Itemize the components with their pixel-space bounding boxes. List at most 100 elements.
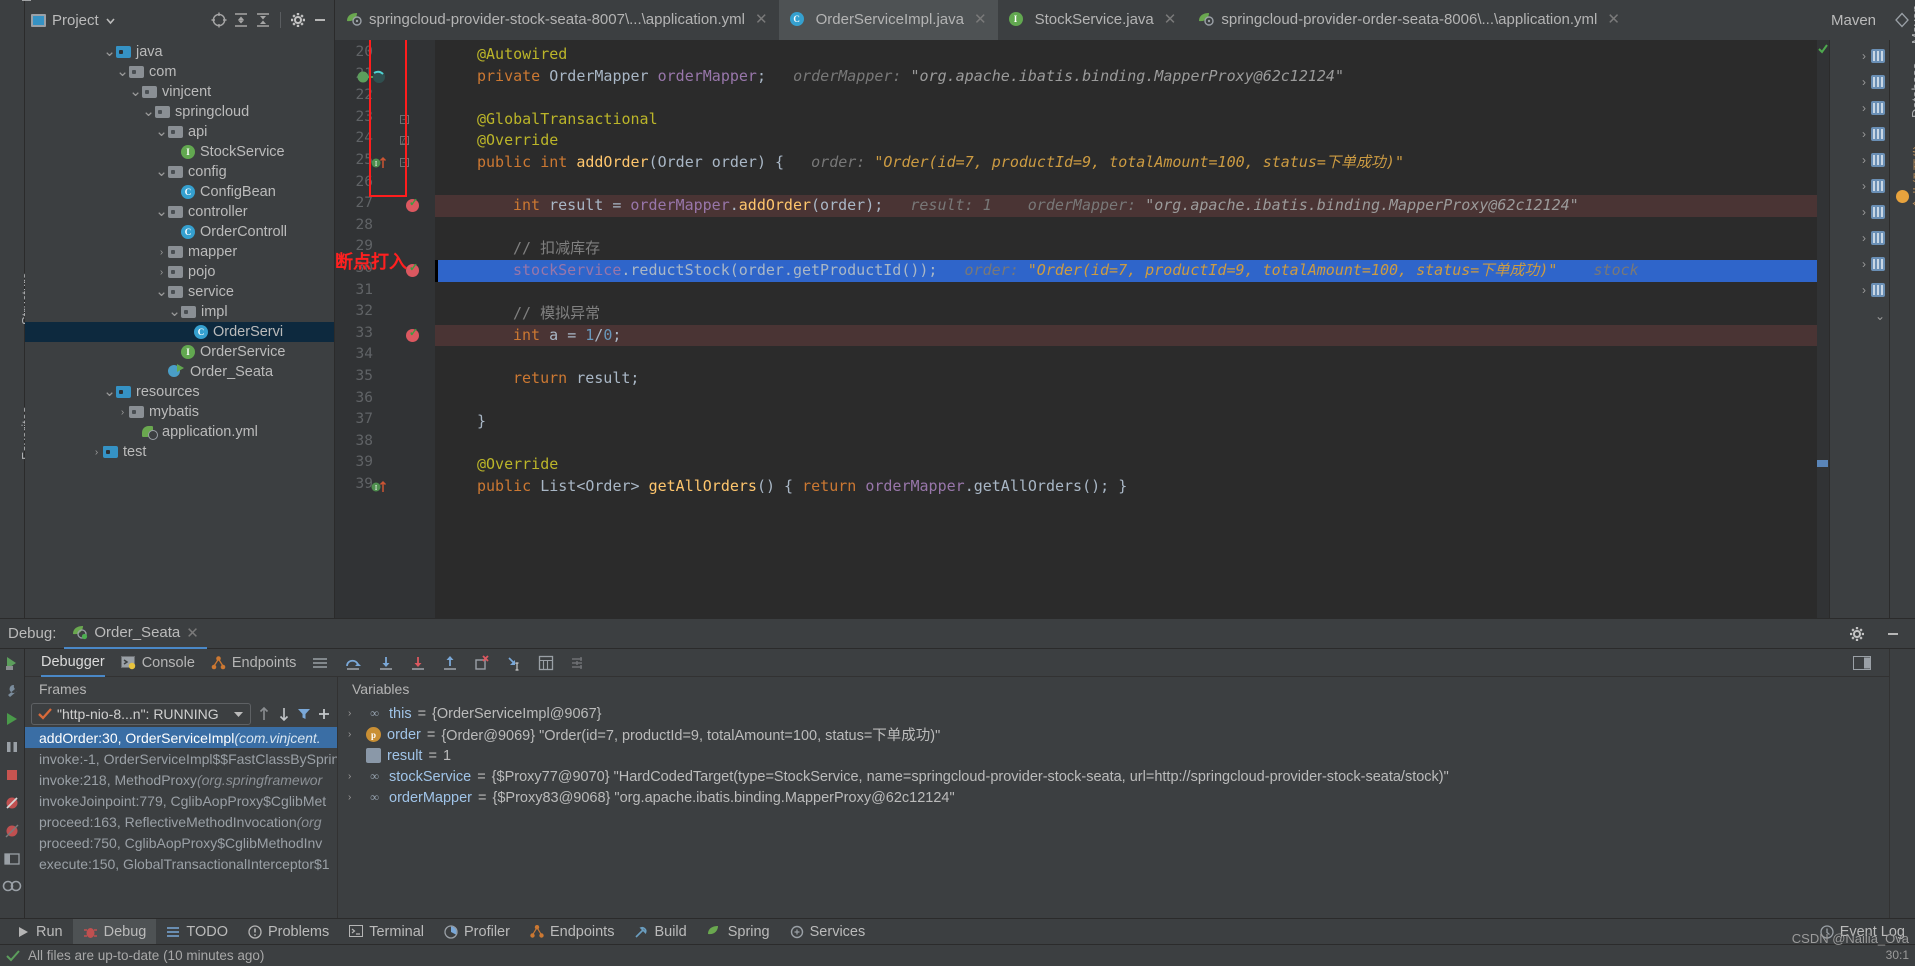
tree-item-configbean[interactable]: C ConfigBean bbox=[25, 182, 334, 202]
code-line-22[interactable] bbox=[435, 87, 1817, 109]
thread-selector[interactable]: "http-nio-8...n": RUNNING bbox=[31, 703, 251, 725]
close-icon[interactable]: ✕ bbox=[1607, 10, 1620, 28]
chevron-right-icon[interactable]: › bbox=[155, 247, 168, 258]
code-line-36[interactable] bbox=[435, 390, 1817, 412]
run-to-cursor-icon[interactable] bbox=[506, 649, 522, 677]
tree-item-java[interactable]: ⌄ java bbox=[25, 42, 334, 62]
chevron-down-icon[interactable]: ⌄ bbox=[116, 64, 129, 79]
tool-window-profiler[interactable]: Profiler bbox=[434, 919, 520, 945]
code-line-35[interactable]: return result; bbox=[435, 368, 1817, 390]
chevron-right-icon[interactable]: › bbox=[1862, 153, 1866, 167]
tool-window-build[interactable]: Build bbox=[624, 919, 696, 945]
close-icon[interactable]: ✕ bbox=[755, 10, 768, 28]
tool-window-run[interactable]: Run bbox=[6, 919, 73, 945]
pause-icon[interactable] bbox=[4, 739, 20, 755]
project-tree-panel[interactable]: ⌄ java ⌄ com ⌄ vinjcent ⌄ springcloud ⌄ api I Stock… bbox=[25, 40, 335, 618]
chevron-right-icon[interactable]: › bbox=[90, 447, 103, 458]
code-line-26[interactable] bbox=[435, 174, 1817, 196]
breakpoint-icon[interactable] bbox=[406, 326, 419, 342]
frame-row[interactable]: invoke:-1, OrderServiceImpl$$FastClassBy… bbox=[25, 748, 337, 769]
chevron-right-icon[interactable]: › bbox=[1862, 179, 1866, 193]
maven-tree-row[interactable]: › bbox=[1830, 278, 1889, 301]
enterprise-strip-label[interactable]: 企业级开发 bbox=[1909, 145, 1915, 210]
maven-tree-row[interactable]: › bbox=[1830, 96, 1889, 119]
step-into-icon[interactable] bbox=[378, 649, 394, 677]
frame-row[interactable]: invoke:218, MethodProxy (org.springframe… bbox=[25, 769, 337, 790]
chevron-down-icon[interactable]: ⌄ bbox=[155, 124, 168, 139]
maven-tree-row[interactable]: › bbox=[1830, 122, 1889, 145]
tree-item-orderservi[interactable]: C OrderServi bbox=[25, 322, 334, 342]
code-line-29[interactable]: // 扣减库存 bbox=[435, 238, 1817, 260]
code-line-25[interactable]: public int addOrder(Order order) { order… bbox=[435, 152, 1817, 174]
tool-window-spring[interactable]: Spring bbox=[697, 919, 780, 945]
restore-layout-icon[interactable] bbox=[4, 851, 20, 867]
step-over-icon[interactable] bbox=[344, 649, 362, 677]
tree-item-mapper[interactable]: › mapper bbox=[25, 242, 334, 262]
chevron-down-icon[interactable]: ⌄ bbox=[129, 84, 142, 99]
tool-window-todo[interactable]: TODO bbox=[156, 919, 238, 945]
close-icon[interactable]: ✕ bbox=[186, 624, 199, 642]
chevron-down-icon[interactable] bbox=[105, 15, 116, 26]
chevron-right-icon[interactable]: › bbox=[1862, 127, 1866, 141]
force-step-into-icon[interactable] bbox=[410, 649, 426, 677]
tree-item-service[interactable]: ⌄ service bbox=[25, 282, 334, 302]
variables-list[interactable]: › ∞ this = {OrderServiceImpl@9067} › p order = {O… bbox=[338, 701, 1889, 918]
code-line-37[interactable]: } bbox=[435, 411, 1817, 433]
tree-item-resources[interactable]: ⌄ resources bbox=[25, 382, 334, 402]
database-strip-label[interactable]: Database bbox=[1909, 62, 1915, 118]
settings-wrench-icon[interactable] bbox=[4, 683, 20, 699]
tree-item-pojo[interactable]: › pojo bbox=[25, 262, 334, 282]
chevron-down-icon[interactable]: ⌄ bbox=[103, 44, 116, 59]
code-line-31[interactable] bbox=[435, 282, 1817, 304]
code-line-30[interactable]: stockService.reductStock(order.getProduc… bbox=[435, 260, 1817, 282]
tree-item-impl[interactable]: ⌄ impl bbox=[25, 302, 334, 322]
evaluate-expression-icon[interactable] bbox=[538, 649, 554, 677]
tool-window-problems[interactable]: Problems bbox=[238, 919, 339, 945]
chevron-down-icon[interactable]: ⌄ bbox=[1875, 309, 1885, 323]
chevron-right-icon[interactable]: › bbox=[1862, 257, 1866, 271]
tree-item-orderservice[interactable]: I OrderService bbox=[25, 342, 334, 362]
chevron-right-icon[interactable]: › bbox=[1862, 101, 1866, 115]
tree-item-springcloud[interactable]: ⌄ springcloud bbox=[25, 102, 334, 122]
chevron-right-icon[interactable]: › bbox=[1862, 49, 1866, 63]
code-line-32[interactable]: // 模拟异常 bbox=[435, 303, 1817, 325]
editor-tab-1[interactable]: C OrderServiceImpl.java ✕ bbox=[778, 0, 998, 40]
chevron-right-icon[interactable]: › bbox=[1862, 205, 1866, 219]
chevron-right-icon[interactable]: › bbox=[116, 407, 129, 418]
tab-console[interactable]: Console bbox=[120, 649, 195, 677]
code-line-40[interactable]: public List<Order> getAllOrders() { retu… bbox=[435, 476, 1817, 498]
variable-row[interactable]: › p order = {Order@9069} "Order(id=7, produc… bbox=[338, 724, 1889, 745]
watches-icon[interactable] bbox=[2, 879, 22, 893]
chevron-right-icon[interactable]: › bbox=[1862, 283, 1866, 297]
collapse-all-icon[interactable] bbox=[255, 12, 271, 28]
chevron-down-icon[interactable]: ⌄ bbox=[168, 304, 181, 319]
layout-settings-icon[interactable] bbox=[312, 649, 328, 677]
code-line-34[interactable] bbox=[435, 346, 1817, 368]
code-line-24[interactable]: @Override bbox=[435, 130, 1817, 152]
editor-code-area[interactable]: 断点打入 @Autowired private OrderMapper order… bbox=[335, 40, 1817, 618]
filter-icon[interactable] bbox=[297, 706, 311, 722]
breakpoint-icon[interactable] bbox=[406, 196, 419, 213]
tool-window-services[interactable]: Services bbox=[780, 919, 876, 945]
tree-item-test[interactable]: › test bbox=[25, 442, 334, 462]
drop-frame-icon[interactable] bbox=[474, 649, 490, 677]
settings-lines-icon[interactable] bbox=[570, 649, 586, 677]
variable-row[interactable]: › ∞ this = {OrderServiceImpl@9067} bbox=[338, 703, 1889, 724]
tree-item-ordercontroll[interactable]: C OrderControll bbox=[25, 222, 334, 242]
close-icon[interactable]: ✕ bbox=[974, 10, 987, 28]
expand-all-icon[interactable] bbox=[233, 12, 249, 28]
project-panel-title[interactable]: Project bbox=[52, 12, 99, 29]
variable-row[interactable]: › ∞ stockService = {$Proxy77@9070} "HardCode… bbox=[338, 766, 1889, 787]
stop-icon[interactable] bbox=[4, 767, 20, 783]
mute-breakpoints-icon[interactable] bbox=[4, 795, 20, 811]
minimize-icon[interactable] bbox=[312, 12, 328, 28]
impl-icon[interactable]: I bbox=[371, 479, 387, 494]
code-line-33[interactable]: int a = 1/0; bbox=[435, 324, 1817, 347]
variable-row[interactable]: result = 1 bbox=[338, 745, 1889, 766]
locate-icon[interactable] bbox=[211, 12, 227, 28]
editor-marker-bar[interactable] bbox=[1817, 40, 1829, 618]
code-line-28[interactable] bbox=[435, 217, 1817, 239]
tab-debugger[interactable]: Debugger bbox=[41, 649, 105, 677]
debug-layout-icon[interactable] bbox=[1853, 649, 1889, 677]
chevron-down-icon[interactable]: ⌄ bbox=[155, 164, 168, 179]
